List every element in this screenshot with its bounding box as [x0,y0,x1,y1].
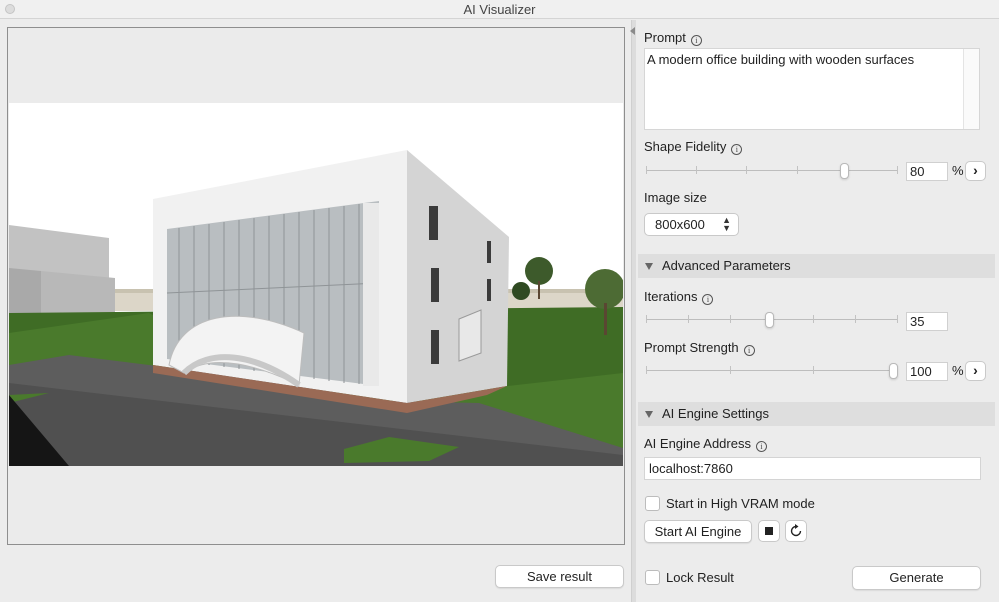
disclosure-triangle-icon [645,411,653,418]
engine-address-label-row: AI Engine Address i [644,436,767,452]
slider-tick [897,315,898,323]
prompt-strength-input[interactable]: 100 [906,362,948,381]
lock-result-label: Lock Result [666,570,734,585]
slider-tick [746,166,747,174]
slider-tick [646,166,647,174]
info-icon[interactable]: i [690,35,702,46]
slider-tick [855,315,856,323]
panel-splitter[interactable] [631,20,636,602]
chevron-right-icon: › [973,162,978,178]
info-icon[interactable]: i [731,144,743,155]
settings-panel: Prompt i A modern office building with wo… [637,20,999,602]
iterations-label-row: Iterations i [644,289,714,305]
restart-engine-button[interactable] [785,520,807,542]
image-size-label: Image size [644,190,707,205]
prompt-textarea[interactable]: A modern office building with wooden sur… [644,48,980,130]
shape-fidelity-label-row: Shape Fidelity i [644,139,743,155]
slider-thumb[interactable] [840,163,849,179]
shape-fidelity-input[interactable]: 80 [906,162,948,181]
slider-tick [730,315,731,323]
image-size-select[interactable]: 800x600 ▲ ▼ [644,213,739,236]
slider-tick [646,315,647,323]
percent-unit: % [952,163,964,178]
chevron-right-icon: › [973,362,978,378]
ai-engine-settings-header[interactable]: AI Engine Settings [638,402,995,426]
title-bar: AI Visualizer [0,0,999,19]
slider-thumb[interactable] [765,312,774,328]
preview-panel: Save result [0,20,630,602]
slider-tick [646,366,647,374]
slider-tick [696,166,697,174]
image-size-value: 800x600 [655,217,705,232]
lock-result-checkbox[interactable] [645,570,660,585]
slider-tick [813,366,814,374]
ai-engine-settings-title: AI Engine Settings [662,406,769,421]
prompt-label: Prompt [644,30,686,45]
advanced-parameters-header[interactable]: Advanced Parameters [638,254,995,278]
shape-fidelity-label: Shape Fidelity [644,139,727,154]
slider-tick [797,166,798,174]
prompt-strength-slider[interactable] [646,363,898,379]
slider-thumb[interactable] [889,363,898,379]
engine-address-label: AI Engine Address [644,436,751,451]
preview-frame [7,27,625,545]
iterations-input[interactable]: 35 [906,312,948,331]
refresh-icon [790,524,802,537]
iterations-label: Iterations [644,289,698,304]
disclosure-triangle-icon [645,263,653,270]
slider-tick [813,315,814,323]
stop-icon [765,527,773,535]
prompt-strength-more-button[interactable]: › [965,361,986,381]
iterations-slider[interactable] [646,312,898,328]
slider-tick [897,166,898,174]
window-title: AI Visualizer [463,2,536,17]
chevron-updown-icon: ▲ ▼ [722,215,731,233]
save-result-button[interactable]: Save result [495,565,624,588]
generate-button[interactable]: Generate [852,566,981,590]
window-close-button[interactable] [5,4,15,14]
high-vram-label: Start in High VRAM mode [666,496,815,511]
prompt-strength-label: Prompt Strength [644,340,739,355]
prompt-label-row: Prompt i [644,30,702,46]
info-icon[interactable]: i [743,345,755,356]
slider-tick [730,366,731,374]
stop-engine-button[interactable] [758,520,780,542]
rendered-image [9,103,623,466]
start-ai-engine-button[interactable]: Start AI Engine [644,520,752,543]
slider-track [646,370,898,371]
prompt-scrollbar[interactable] [963,49,979,129]
prompt-value: A modern office building with wooden sur… [647,52,915,67]
info-icon[interactable]: i [702,294,714,305]
slider-track [646,170,898,171]
info-icon[interactable]: i [755,441,767,452]
prompt-strength-label-row: Prompt Strength i [644,340,755,356]
slider-tick [688,315,689,323]
collapse-panel-icon[interactable] [630,27,635,35]
percent-unit: % [952,363,964,378]
engine-address-input[interactable]: localhost:7860 [644,457,981,480]
shape-fidelity-more-button[interactable]: › [965,161,986,181]
shape-fidelity-slider[interactable] [646,163,898,179]
high-vram-checkbox[interactable] [645,496,660,511]
advanced-parameters-title: Advanced Parameters [662,258,791,273]
